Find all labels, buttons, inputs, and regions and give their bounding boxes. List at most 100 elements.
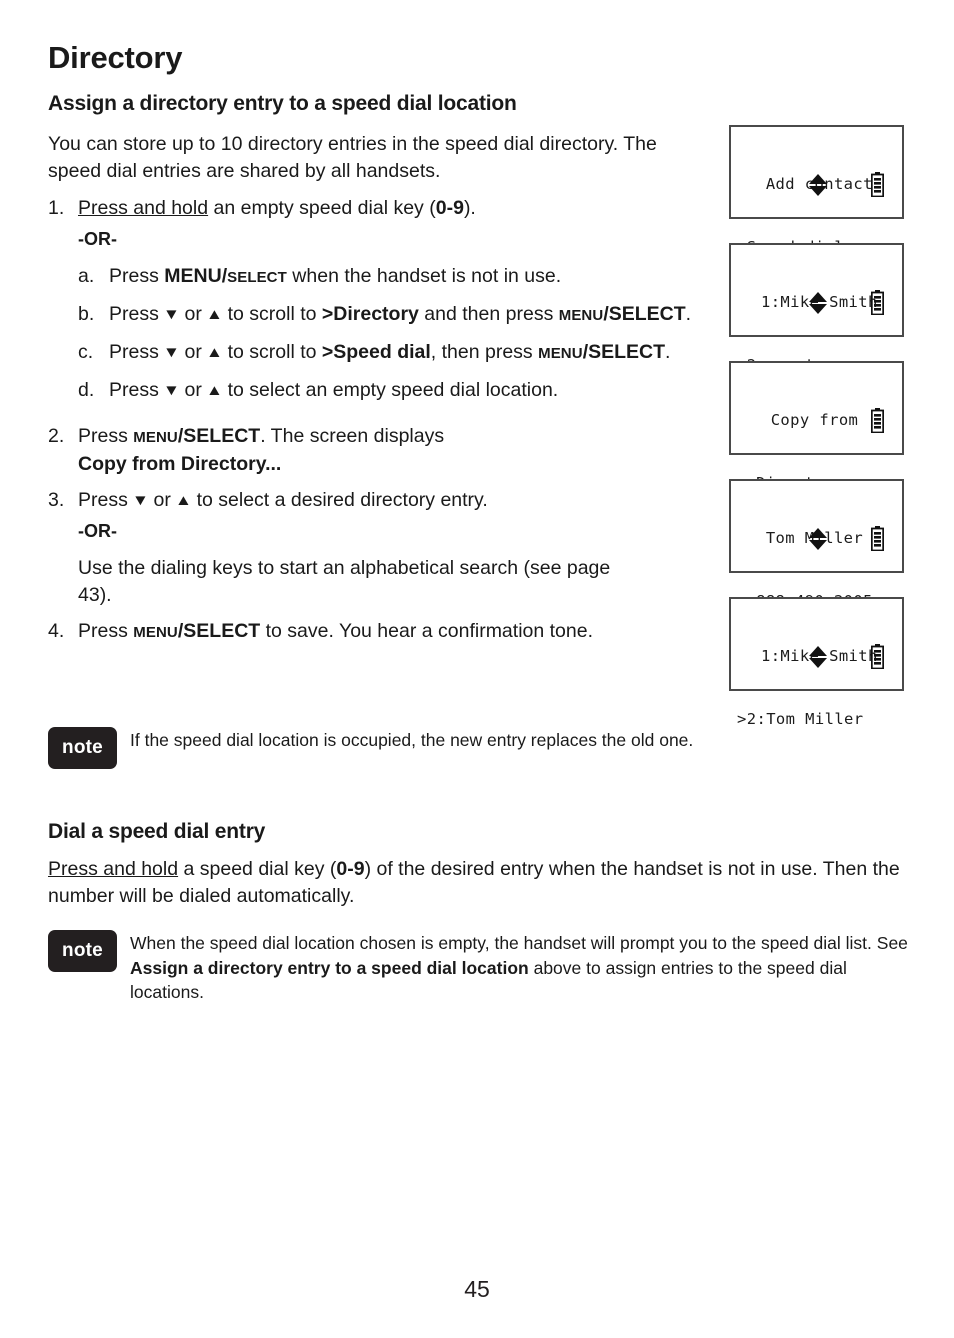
up-down-arrow-icon <box>809 528 827 550</box>
lcd-screen-directory-entry-tom-miller: Tom Miller 888-490-2005 <box>729 479 904 610</box>
alternative-instruction: Use the dialing keys to start an alphabe… <box>78 557 611 606</box>
arrow-up-icon: ▲ <box>206 306 224 323</box>
note-text-part-1: When the speed dial location chosen is e… <box>130 933 908 953</box>
menu-key-label: MENU <box>133 624 178 641</box>
lcd-status-icons <box>731 526 902 551</box>
list-marker: d. <box>78 379 95 401</box>
sub-procedure-list: a. Press MENU/SELECT when the handset is… <box>78 263 720 404</box>
list-item: 4. Press MENU/SELECT to save. You hear a… <box>48 618 720 646</box>
arrow-down-icon: ▼ <box>163 382 181 399</box>
section-heading-dial: Dial a speed dial entry <box>48 820 266 843</box>
page-number: 45 <box>464 1276 490 1302</box>
text-after: . <box>665 341 671 363</box>
list-item: b. Press ▼ or ▲ to scroll to >Directory … <box>78 301 720 329</box>
menu-key-label: MENU <box>538 345 583 362</box>
or-separator-1: -OR- <box>78 229 117 249</box>
menu-key-label: MENU <box>133 429 178 446</box>
battery-full-icon <box>871 172 884 197</box>
press-and-hold-text: Press and hold <box>78 197 209 219</box>
list-content: Press ▼ or ▲ to select an empty speed di… <box>109 377 720 404</box>
key-range-start: 0 <box>336 858 348 880</box>
note-cross-reference: Assign a directory entry to a speed dial… <box>130 957 529 978</box>
list-item: a. Press MENU/SELECT when the handset is… <box>78 263 720 291</box>
note-badge: note <box>48 930 117 972</box>
text-mid2: , then press <box>430 341 539 363</box>
list-content: Press ▼ or ▲ to scroll to >Directory and… <box>109 301 720 329</box>
menu-item-directory: >Directory <box>321 303 419 325</box>
list-marker: c. <box>78 341 94 363</box>
list-content: Press ▼ or ▲ to scroll to >Speed dial, t… <box>109 339 720 367</box>
text-after: to save. You hear a confirmation tone. <box>260 620 594 642</box>
text-before: Press <box>109 265 165 287</box>
text-before: Press <box>109 341 165 363</box>
select-key-label: SELECT <box>227 269 287 286</box>
or-word: or <box>179 379 208 401</box>
text-before: Press <box>78 620 134 642</box>
step1-rest: an empty speed dial key ( <box>208 197 436 219</box>
list-marker: 1. <box>48 197 65 219</box>
text-after: to select an empty speed dial location. <box>222 379 559 401</box>
select-key-label: SELECT <box>608 303 686 325</box>
key-range-start: 0 <box>435 197 447 219</box>
or-word: or <box>179 303 208 325</box>
list-content: Press and hold an empty speed dial key (… <box>78 195 720 414</box>
lcd-status-icons <box>731 172 902 197</box>
text-before: Press <box>78 489 134 511</box>
text-mid: to scroll to <box>222 303 322 325</box>
lcd-screen-add-contact-speed-dial: Add contact >Speed dial <box>729 125 904 256</box>
list-marker: b. <box>78 303 95 325</box>
menu-item-speed-dial: >Speed dial <box>321 341 431 363</box>
note-text: When the speed dial location chosen is e… <box>130 930 914 1005</box>
intro-paragraph: You can store up to 10 directory entries… <box>48 133 657 182</box>
battery-full-icon <box>871 644 884 669</box>
note-block-2: note When the speed dial location chosen… <box>48 930 914 1005</box>
or-word: or <box>148 489 177 511</box>
up-down-arrow-icon <box>809 292 827 314</box>
list-item: d. Press ▼ or ▲ to select an empty speed… <box>78 377 720 404</box>
list-marker: 3. <box>48 489 65 511</box>
text-mid2: and then press <box>418 303 559 325</box>
select-key-label: SELECT <box>588 341 666 363</box>
arrow-down-icon: ▼ <box>163 344 181 361</box>
arrow-up-icon: ▲ <box>175 492 193 509</box>
list-marker: 4. <box>48 620 65 642</box>
text-before: Press <box>109 303 165 325</box>
step1-tail: ). <box>463 197 476 219</box>
list-marker: a. <box>78 265 95 287</box>
list-content: Press MENU/SELECT. The screen displays C… <box>78 423 720 478</box>
list-item: 3. Press ▼ or ▲ to select a desired dire… <box>48 487 720 609</box>
select-key-label: SELECT <box>183 620 261 642</box>
dial-rest-1: a speed dial key ( <box>178 858 337 880</box>
lcd-screen-illustrations: Add contact >Speed dial <box>729 125 904 728</box>
lcd-status-icons <box>731 408 902 433</box>
battery-full-icon <box>871 526 884 551</box>
arrow-up-icon: ▲ <box>206 344 224 361</box>
key-range-end: 9 <box>453 197 464 219</box>
arrow-up-icon: ▲ <box>206 382 224 399</box>
lcd-screen-speed-dial-list-empty: 1:Mike Smith >2:<empty> <box>729 243 904 374</box>
key-range-end: 9 <box>353 858 365 880</box>
text-mid: to scroll to <box>222 341 322 363</box>
procedure-list: 1. Press and hold an empty speed dial ke… <box>48 195 720 655</box>
list-item: c. Press ▼ or ▲ to scroll to >Speed dial… <box>78 339 720 367</box>
arrow-down-icon: ▼ <box>163 306 181 323</box>
lcd-screen-speed-dial-list-assigned: 1:Mike Smith >2:Tom Miller <box>729 597 904 728</box>
lcd-screen-copy-from-directory: Copy from Directory... <box>729 361 904 492</box>
note-badge: note <box>48 727 117 769</box>
list-content: Press MENU/SELECT when the handset is no… <box>109 263 720 291</box>
press-and-hold-text: Press and hold <box>48 858 179 880</box>
or-word: or <box>179 341 208 363</box>
list-item: 2. Press MENU/SELECT. The screen display… <box>48 423 720 478</box>
list-item: 1. Press and hold an empty speed dial ke… <box>48 195 720 414</box>
text-before: Press <box>109 379 165 401</box>
dial-paragraph: Press and hold a speed dial key (0-9) of… <box>48 856 903 910</box>
list-content: Press MENU/SELECT to save. You hear a co… <box>78 618 720 646</box>
lcd-status-icons <box>731 644 902 669</box>
arrow-down-icon: ▼ <box>132 492 150 509</box>
up-down-arrow-icon <box>809 174 827 196</box>
list-marker: 2. <box>48 425 65 447</box>
lcd-line-2: >2:Tom Miller <box>737 710 864 728</box>
text-before: Press <box>78 425 134 447</box>
list-content: Press ▼ or ▲ to select a desired directo… <box>78 487 720 609</box>
text-after: . <box>685 303 692 325</box>
